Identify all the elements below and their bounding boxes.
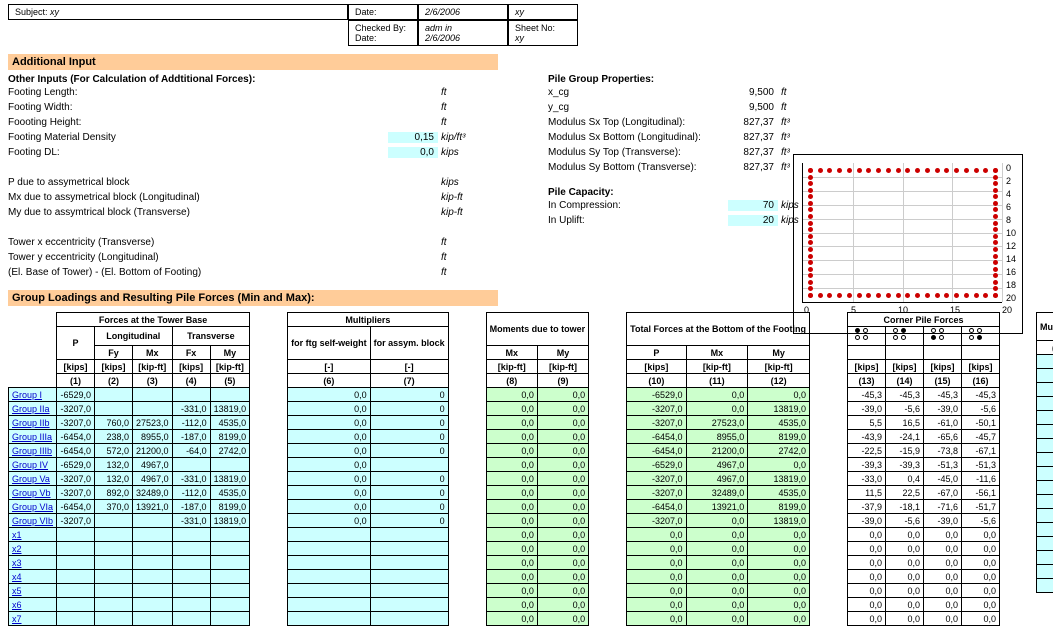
xy2: xy: [508, 4, 578, 20]
date-label: Date:: [348, 4, 418, 20]
pile-layout-chart: 02468101214161820 05101520: [793, 154, 1023, 334]
sheet-label: Sheet No:: [515, 23, 571, 33]
side-table: Multiplier Max Pile C Force Max Pile T F…: [1036, 312, 1053, 593]
date2-value: 2/6/2006: [425, 33, 501, 43]
main-table: Forces at the Tower Base Multipliers Mom…: [8, 312, 1000, 626]
section-additional-input: Additional Input: [8, 54, 498, 70]
date2-label: Date:: [355, 33, 411, 43]
checked-label: Checked By:: [355, 23, 411, 33]
date-value: 2/6/2006: [418, 4, 508, 20]
th-moments: Moments due to tower: [486, 313, 589, 346]
checked-value: adm in: [425, 23, 501, 33]
other-inputs-header: Other Inputs (For Calculation of Addtiti…: [8, 74, 488, 85]
th-forces-tower: Forces at the Tower Base: [57, 313, 250, 327]
sheet-value: xy: [515, 33, 571, 43]
subject-label: Subject:: [15, 7, 48, 17]
th-multipliers: Multipliers: [288, 313, 449, 327]
subject-value: xy: [50, 7, 59, 17]
pile-group-header: Pile Group Properties:: [548, 74, 828, 85]
section-group-loadings: Group Loadings and Resulting Pile Forces…: [8, 290, 498, 306]
th-total-forces: Total Forces at the Bottom of the Footin…: [627, 313, 810, 346]
pile-capacity-header: Pile Capacity:: [548, 187, 828, 198]
